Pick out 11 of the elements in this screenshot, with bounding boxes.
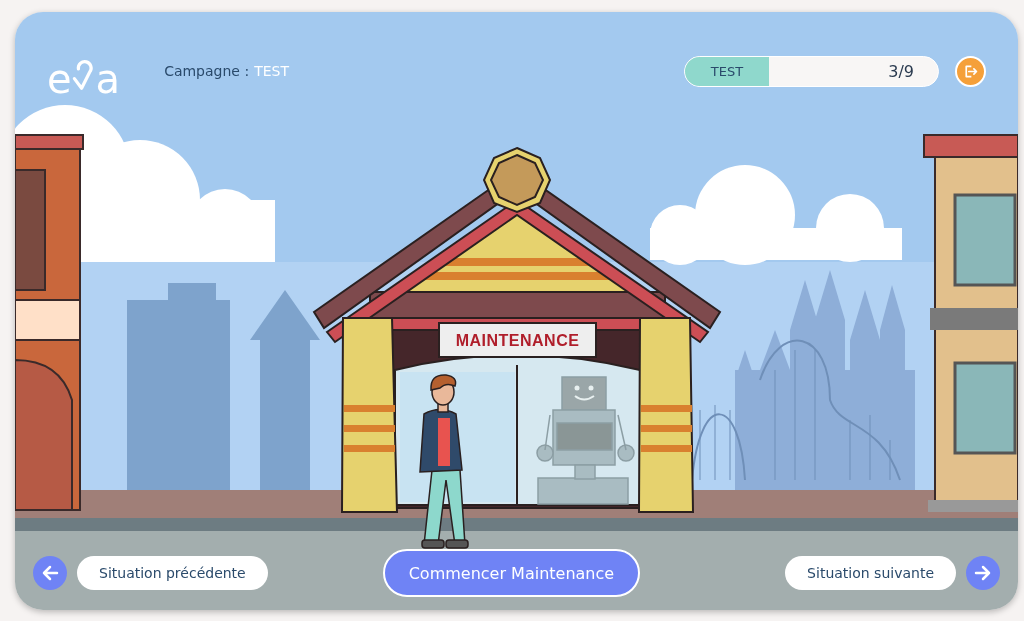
progress-count: 3/9 — [888, 61, 914, 81]
logo-text: e — [47, 59, 72, 99]
sign-text: MAINTENANCE — [455, 332, 580, 349]
progress-label: TEST — [709, 63, 745, 79]
previous-situation-button[interactable]: Situation précédente — [77, 556, 268, 590]
left-arrow-icon — [40, 563, 60, 583]
next-situation-button[interactable]: Situation suivante — [785, 556, 956, 590]
right-arrow-icon — [973, 563, 993, 583]
campaign-label: Campagne : — [164, 63, 250, 79]
logo-text: a — [95, 59, 121, 99]
campaign-name: TEST — [254, 63, 289, 79]
